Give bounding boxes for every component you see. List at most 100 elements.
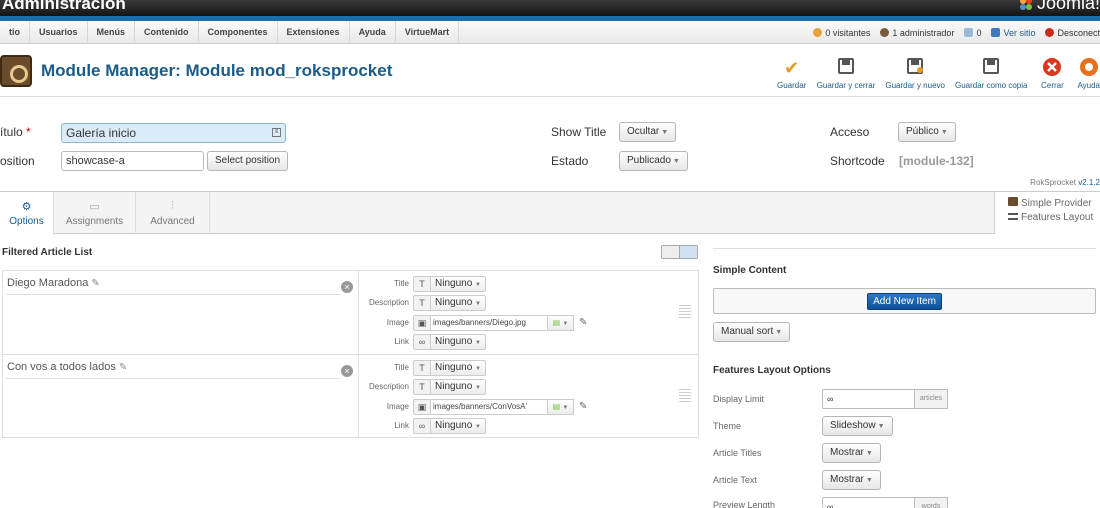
- version-info: RokSprocket v2.1.2: [1030, 178, 1100, 187]
- menu-item-menus[interactable]: Menús: [88, 21, 136, 44]
- link-icon: ∞: [413, 333, 431, 350]
- provider-info: Simple Provider Features Layout: [994, 192, 1100, 234]
- status-dropdown[interactable]: Publicado ▼: [619, 151, 688, 171]
- collapsed-view-icon[interactable]: [662, 246, 680, 258]
- description-field-row: Description T Ninguno ▼: [361, 378, 486, 395]
- description-select[interactable]: Ninguno ▼: [431, 294, 486, 311]
- joomla-logo-icon: [1019, 0, 1032, 10]
- layout-icon: [1008, 213, 1018, 220]
- description-select[interactable]: Ninguno ▼: [431, 378, 486, 395]
- article-titles-label: Article Titles: [713, 448, 762, 458]
- link-select[interactable]: Ninguno ▼: [431, 333, 486, 350]
- chevron-down-icon: ▼: [475, 339, 481, 346]
- view-toggle[interactable]: [661, 245, 698, 259]
- save-close-label: Guardar y cerrar: [816, 81, 876, 90]
- logout-link[interactable]: Desconect: [1045, 28, 1100, 38]
- version-link[interactable]: v2.1.2: [1078, 178, 1100, 187]
- article-title[interactable]: Diego Maradona ✎: [7, 277, 100, 289]
- title-select[interactable]: Ninguno ▼: [431, 275, 486, 292]
- save-button[interactable]: ✔ Guardar: [772, 57, 812, 90]
- visitors-icon: [813, 28, 823, 37]
- display-limit-unit: articles: [915, 389, 948, 409]
- title-underline: [6, 294, 340, 295]
- messages-icon: [964, 28, 974, 37]
- title-underline: [6, 378, 340, 379]
- menu-item-componentes[interactable]: Componentes: [199, 21, 278, 44]
- menu-item-extensiones[interactable]: Extensiones: [278, 21, 350, 44]
- remove-item-icon[interactable]: ×: [341, 365, 353, 377]
- shortcode-label: Shortcode: [830, 154, 885, 168]
- article-titles-dropdown[interactable]: Mostrar ▼: [822, 443, 881, 463]
- display-limit-input[interactable]: ∞: [822, 389, 915, 409]
- joomla-logo[interactable]: Joomla!: [1018, 0, 1100, 14]
- save-new-label: Guardar y nuevo: [885, 81, 945, 90]
- required-marker: *: [26, 125, 31, 139]
- save-new-icon: [904, 57, 926, 79]
- pencil-icon[interactable]: ✎: [119, 362, 127, 373]
- tab-assignments[interactable]: ▭ Assignments: [54, 192, 136, 234]
- link-field-row: Link ∞ Ninguno ▼: [361, 417, 486, 434]
- field-label: Image: [386, 402, 409, 411]
- tab-options[interactable]: ⚙ Options: [0, 192, 54, 235]
- help-button[interactable]: Ayuda: [1072, 57, 1100, 90]
- image-icon: ▣: [413, 398, 431, 415]
- close-button[interactable]: Cerrar: [1032, 57, 1072, 90]
- menu-item-sitio[interactable]: tio: [0, 21, 30, 44]
- save-close-button[interactable]: Guardar y cerrar: [812, 57, 881, 90]
- field-menu-icon[interactable]: ≡: [272, 128, 281, 137]
- article-text-dropdown[interactable]: Mostrar ▼: [822, 470, 881, 490]
- close-icon: [1041, 57, 1063, 79]
- text-icon: T: [413, 275, 431, 292]
- title-field-row: Title T Ninguno ▼: [361, 359, 486, 376]
- image-path-input[interactable]: images/banners/ConVosA': [431, 398, 548, 415]
- features-options-title: Features Layout Options: [713, 365, 831, 376]
- show-title-dropdown[interactable]: Ocultar ▼: [619, 122, 677, 142]
- logout-icon: [1045, 28, 1055, 37]
- menu-item-virtuemart[interactable]: VirtueMart: [396, 21, 460, 44]
- link-select[interactable]: Ninguno ▼: [431, 417, 486, 434]
- visitors-status: 0 visitantes: [813, 28, 870, 38]
- edit-icon[interactable]: ✎: [579, 317, 587, 328]
- preview-length-unit: words: [915, 497, 948, 508]
- position-input[interactable]: showcase-a: [61, 151, 204, 171]
- add-new-item-button[interactable]: Add New Item: [867, 293, 942, 310]
- expanded-view-icon[interactable]: [680, 246, 697, 258]
- save-new-button[interactable]: Guardar y nuevo: [880, 57, 950, 90]
- article-title[interactable]: Con vos a todos lados ✎: [7, 361, 127, 373]
- title-input[interactable]: Galería inicio ≡: [61, 123, 286, 143]
- menu-item-ayuda[interactable]: Ayuda: [350, 21, 396, 44]
- tab-advanced[interactable]: ⫶ Advanced: [136, 192, 210, 234]
- list-item: Diego Maradona ✎ × Title T Ninguno ▼ Des…: [3, 271, 698, 355]
- field-label: Title: [394, 279, 409, 288]
- title-select[interactable]: Ninguno ▼: [431, 359, 486, 376]
- text-icon: T: [413, 294, 431, 311]
- status-area: 0 visitantes 1 administrador 0 Ver sitio…: [813, 21, 1100, 44]
- image-path-input[interactable]: images/banners/Diego.jpg: [431, 314, 548, 331]
- help-icon: [1078, 57, 1100, 79]
- drag-handle-icon[interactable]: [679, 389, 691, 403]
- save-button-label: Guardar: [777, 81, 807, 90]
- chevron-down-icon: ▼: [475, 423, 481, 430]
- access-dropdown[interactable]: Público ▼: [898, 122, 956, 142]
- media-picker-button[interactable]: ▤ ▼: [548, 314, 574, 331]
- position-field-label: osition: [0, 154, 35, 168]
- menu-item-usuarios[interactable]: Usuarios: [30, 21, 88, 44]
- drag-handle-icon[interactable]: [679, 305, 691, 319]
- save-copy-button[interactable]: Guardar como copia: [950, 57, 1032, 90]
- select-position-button[interactable]: Select position: [207, 151, 289, 171]
- pencil-icon[interactable]: ✎: [91, 278, 99, 289]
- field-label: Link: [394, 337, 409, 346]
- sort-dropdown[interactable]: Manual sort ▼: [713, 322, 791, 342]
- preview-length-input[interactable]: ∞: [822, 497, 915, 508]
- layout-line: Features Layout: [1008, 211, 1100, 225]
- theme-dropdown[interactable]: Slideshow ▼: [822, 416, 893, 436]
- menu-item-contenido[interactable]: Contenido: [135, 21, 199, 44]
- media-picker-button[interactable]: ▤ ▼: [548, 398, 574, 415]
- view-site-link[interactable]: Ver sitio: [991, 28, 1035, 38]
- chevron-down-icon: ▼: [865, 477, 873, 484]
- edit-icon[interactable]: ✎: [579, 401, 587, 412]
- display-limit-label: Display Limit: [713, 394, 765, 404]
- remove-item-icon[interactable]: ×: [341, 281, 353, 293]
- description-field-row: Description T Ninguno ▼: [361, 294, 486, 311]
- messages-status[interactable]: 0: [964, 28, 981, 38]
